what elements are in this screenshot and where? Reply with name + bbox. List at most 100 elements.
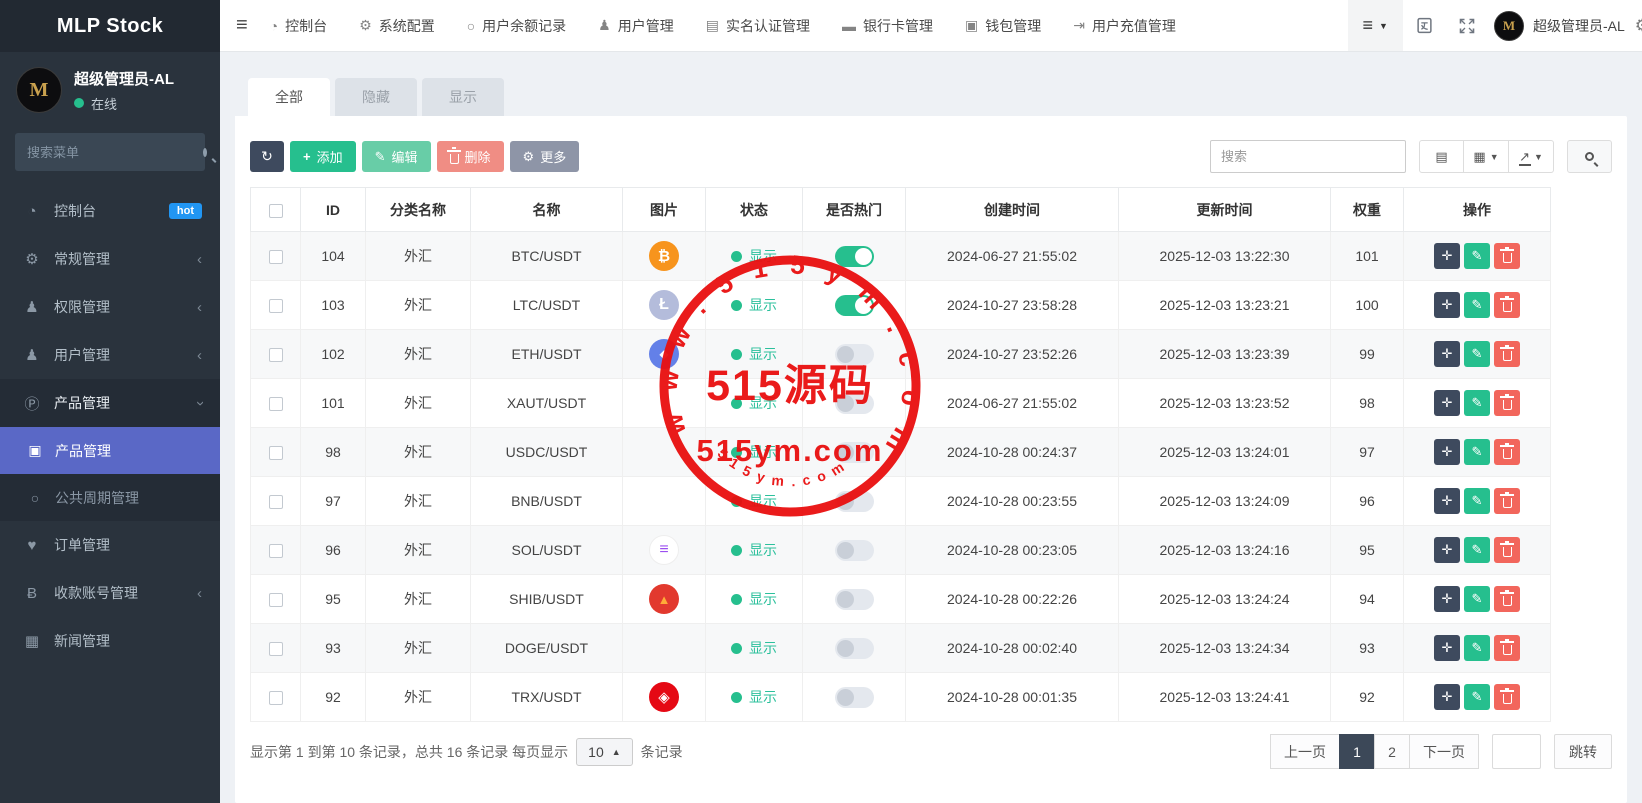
- delete-row-button[interactable]: [1494, 635, 1520, 661]
- edit-row-button[interactable]: ✎: [1464, 341, 1490, 367]
- edit-row-button[interactable]: ✎: [1464, 635, 1490, 661]
- row-checkbox[interactable]: [269, 642, 283, 656]
- move-row-button[interactable]: ✛: [1434, 243, 1460, 269]
- sidebar-item-general[interactable]: ⚙常规管理‹: [0, 235, 220, 283]
- delete-row-button[interactable]: [1494, 243, 1520, 269]
- move-row-button[interactable]: ✛: [1434, 292, 1460, 318]
- sidebar-item-dashboard[interactable]: ◔控制台hot: [0, 187, 220, 235]
- delete-row-button[interactable]: [1494, 439, 1520, 465]
- tab-visible[interactable]: 显示: [422, 78, 504, 116]
- topnav-user[interactable]: M 超级管理员-AL: [1494, 11, 1625, 41]
- topnav-item-realname-auth[interactable]: ▤实名认证管理: [706, 16, 810, 36]
- delete-button[interactable]: 删除: [437, 141, 504, 172]
- tab-hidden[interactable]: 隐藏: [335, 78, 417, 116]
- row-checkbox[interactable]: [269, 299, 283, 313]
- sidebar-item-orders[interactable]: ♥订单管理: [0, 521, 220, 569]
- topnav-item-users[interactable]: ♟用户管理: [598, 16, 674, 36]
- move-row-button[interactable]: ✛: [1434, 488, 1460, 514]
- move-row-button[interactable]: ✛: [1434, 684, 1460, 710]
- hot-toggle[interactable]: [835, 638, 874, 659]
- edit-row-button[interactable]: ✎: [1464, 243, 1490, 269]
- page-button-1[interactable]: 1: [1339, 734, 1375, 769]
- hot-toggle[interactable]: [835, 295, 874, 316]
- row-checkbox[interactable]: [269, 397, 283, 411]
- page-size-select[interactable]: 10 ▲: [576, 738, 633, 766]
- row-checkbox[interactable]: [269, 593, 283, 607]
- detail-view-button[interactable]: ▤: [1419, 140, 1464, 173]
- topnav-item-bankcards[interactable]: ▬银行卡管理: [842, 16, 933, 36]
- edit-row-button[interactable]: ✎: [1464, 439, 1490, 465]
- topnav-item-recharge[interactable]: ⇥用户充值管理: [1073, 16, 1176, 36]
- translate-icon[interactable]: [1416, 17, 1433, 34]
- prev-page-button[interactable]: 上一页: [1270, 734, 1340, 769]
- move-row-button[interactable]: ✛: [1434, 537, 1460, 563]
- delete-row-button[interactable]: [1494, 684, 1520, 710]
- ltc-coin-icon: Ł: [649, 290, 679, 320]
- select-all-checkbox[interactable]: [269, 204, 283, 218]
- edit-row-button[interactable]: ✎: [1464, 537, 1490, 563]
- edit-button[interactable]: ✎编辑: [362, 141, 431, 172]
- topnav-item-wallets[interactable]: ▣钱包管理: [965, 16, 1041, 36]
- row-checkbox[interactable]: [269, 495, 283, 509]
- columns-button[interactable]: ▦▼: [1464, 140, 1509, 173]
- topnav-item-system-config[interactable]: ⚙系统配置: [359, 16, 435, 36]
- sidebar-item-receiving-accounts[interactable]: Ƀ收款账号管理‹: [0, 569, 220, 617]
- topnav-item-dashboard[interactable]: ◔控制台: [270, 16, 327, 36]
- row-checkbox[interactable]: [269, 544, 283, 558]
- search-submit-button[interactable]: [1567, 140, 1612, 173]
- export-button[interactable]: ↗▼: [1509, 140, 1554, 173]
- menu-toggle-icon[interactable]: ≡: [236, 14, 248, 37]
- jump-page-input[interactable]: [1492, 734, 1541, 769]
- jump-button[interactable]: 跳转: [1554, 734, 1612, 769]
- sidebar-search-input[interactable]: [27, 145, 203, 160]
- row-checkbox[interactable]: [269, 250, 283, 264]
- hot-toggle[interactable]: [835, 491, 874, 512]
- edit-row-button[interactable]: ✎: [1464, 390, 1490, 416]
- move-row-button[interactable]: ✛: [1434, 635, 1460, 661]
- topnav-item-balance-records[interactable]: ○用户余额记录: [467, 16, 566, 36]
- settings-gear-icon[interactable]: ⚙: [1635, 16, 1642, 36]
- edit-row-button[interactable]: ✎: [1464, 292, 1490, 318]
- move-row-button[interactable]: ✛: [1434, 586, 1460, 612]
- page-button-2[interactable]: 2: [1374, 734, 1410, 769]
- row-checkbox[interactable]: [269, 348, 283, 362]
- fullscreen-icon[interactable]: [1459, 18, 1475, 34]
- trash-icon: [1503, 400, 1512, 410]
- delete-row-button[interactable]: [1494, 488, 1520, 514]
- edit-row-button[interactable]: ✎: [1464, 684, 1490, 710]
- hot-toggle[interactable]: [835, 246, 874, 267]
- delete-row-button[interactable]: [1494, 292, 1520, 318]
- delete-row-button[interactable]: [1494, 341, 1520, 367]
- delete-row-button[interactable]: [1494, 537, 1520, 563]
- edit-row-button[interactable]: ✎: [1464, 586, 1490, 612]
- hot-toggle[interactable]: [835, 442, 874, 463]
- search-icon[interactable]: [203, 148, 207, 157]
- next-page-button[interactable]: 下一页: [1409, 734, 1479, 769]
- move-row-button[interactable]: ✛: [1434, 341, 1460, 367]
- table-search-input[interactable]: [1210, 140, 1406, 173]
- delete-row-button[interactable]: [1494, 390, 1520, 416]
- topnav-items: ◔控制台 ⚙系统配置 ○用户余额记录 ♟用户管理 ▤实名认证管理 ▬银行卡管理 ▣钱包管理 ⇥…: [270, 16, 1176, 36]
- row-checkbox[interactable]: [269, 691, 283, 705]
- move-row-button[interactable]: ✛: [1434, 390, 1460, 416]
- hot-toggle[interactable]: [835, 540, 874, 561]
- sidebar-item-news[interactable]: ▦新闻管理: [0, 617, 220, 665]
- sidebar-item-public-cycle[interactable]: ○公共周期管理: [0, 474, 220, 521]
- delete-row-button[interactable]: [1494, 586, 1520, 612]
- hot-toggle[interactable]: [835, 589, 874, 610]
- refresh-button[interactable]: ↻: [250, 141, 284, 172]
- more-button[interactable]: ⚙更多: [510, 141, 580, 172]
- edit-row-button[interactable]: ✎: [1464, 488, 1490, 514]
- sidebar-item-permissions[interactable]: ♟权限管理‹: [0, 283, 220, 331]
- move-row-button[interactable]: ✛: [1434, 439, 1460, 465]
- hot-toggle[interactable]: [835, 393, 874, 414]
- hot-toggle[interactable]: [835, 687, 874, 708]
- add-button[interactable]: +添加: [290, 141, 356, 172]
- nav-list-dropdown[interactable]: ≡ ▼: [1348, 0, 1403, 51]
- sidebar-item-product-list[interactable]: ▣产品管理: [0, 427, 220, 474]
- tab-all[interactable]: 全部: [248, 78, 330, 116]
- sidebar-item-products[interactable]: Ⓟ产品管理‹: [0, 379, 220, 427]
- hot-toggle[interactable]: [835, 344, 874, 365]
- row-checkbox[interactable]: [269, 446, 283, 460]
- sidebar-item-users[interactable]: ♟用户管理‹: [0, 331, 220, 379]
